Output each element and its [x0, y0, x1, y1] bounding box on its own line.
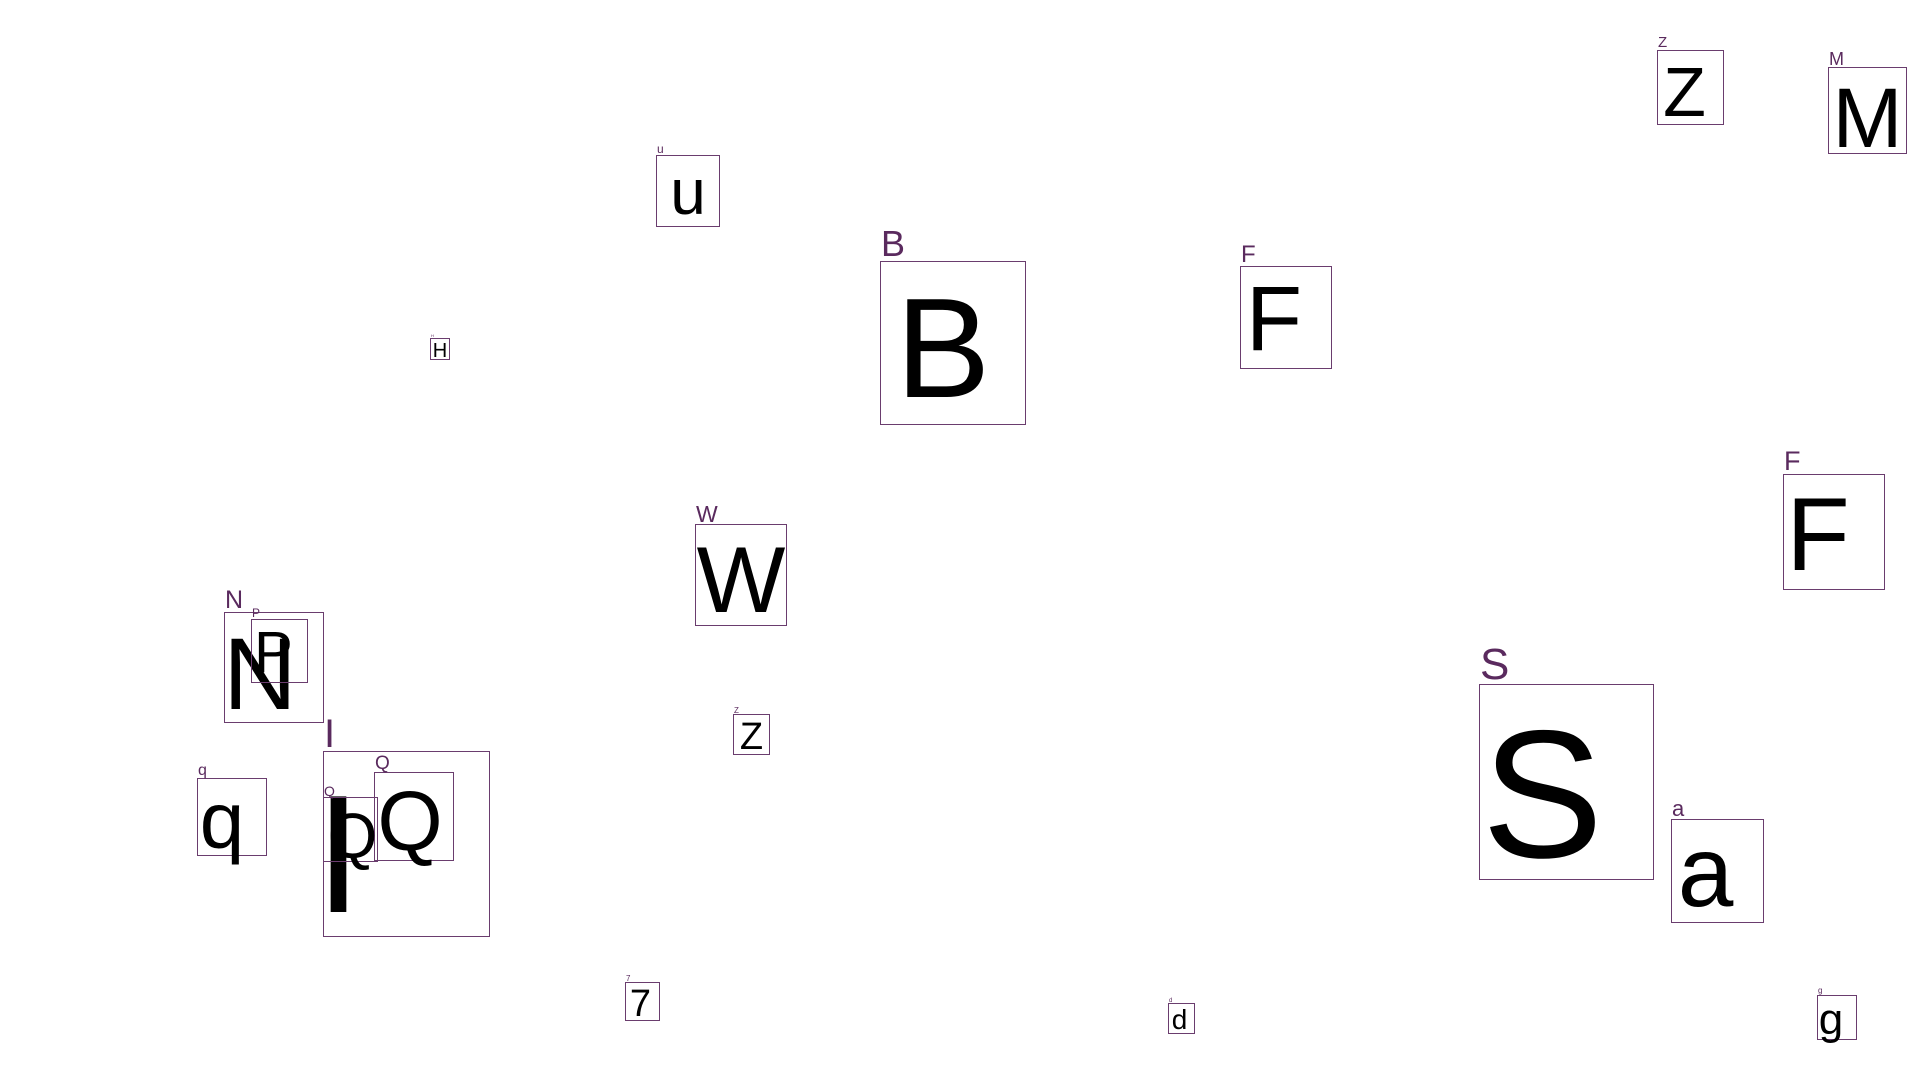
- glyph-f: F: [1245, 268, 1303, 370]
- box-label-n: N: [225, 586, 244, 614]
- glyph-a: a: [1677, 816, 1734, 928]
- glyph-q-lower: q: [199, 776, 245, 865]
- detection-box-z: Z Z: [1657, 35, 1724, 127]
- detection-box-q-lower: q q: [197, 763, 267, 861]
- detection-box-a: a a: [1671, 798, 1764, 923]
- detection-box-s: S S: [1479, 643, 1654, 885]
- detection-box-u: u u: [656, 143, 720, 228]
- glyph-p: P: [254, 620, 293, 685]
- detection-box-q: Q Q: [323, 784, 378, 868]
- glyph-w: W: [696, 527, 786, 632]
- detection-box-m: M M: [1828, 50, 1907, 160]
- detection-box-d: d d: [1168, 998, 1195, 1035]
- box-label-f: F: [1241, 241, 1256, 268]
- glyph-m: M: [1832, 71, 1903, 165]
- box-label-7: 7: [626, 974, 631, 983]
- glyph-h: H: [432, 340, 448, 362]
- detection-box-w: W W: [695, 503, 787, 632]
- box-label-p: P: [252, 606, 261, 620]
- glyph-z: Z: [739, 716, 764, 758]
- box-label-g: g: [1818, 986, 1823, 995]
- box-label-i: I: [324, 712, 336, 756]
- box-label-m: M: [1829, 49, 1844, 69]
- detection-box-h: H H: [430, 334, 450, 362]
- detection-box-g: g g: [1817, 987, 1857, 1042]
- glyph-u: u: [670, 156, 706, 228]
- detection-box-7: 7 7: [625, 975, 660, 1025]
- glyph-b: B: [895, 269, 991, 428]
- box-label-u: u: [657, 142, 664, 156]
- detection-box-q: Q Q: [374, 754, 454, 868]
- box-label-f: F: [1784, 446, 1801, 476]
- box-label-w: W: [696, 501, 718, 527]
- detection-box-b: B B: [880, 226, 1026, 425]
- glyph-q: Q: [327, 800, 378, 872]
- detection-box-f: F F: [1240, 243, 1332, 369]
- detection-box-f: F F: [1783, 448, 1885, 590]
- detection-box-p: P P: [251, 607, 308, 683]
- box-label-q: Q: [324, 783, 335, 799]
- glyph-7: 7: [629, 983, 652, 1025]
- box-label-b: B: [881, 223, 906, 264]
- glyph-q: Q: [377, 774, 443, 868]
- box-label-z: Z: [734, 706, 739, 715]
- glyph-d: d: [1171, 1004, 1188, 1035]
- glyph-g: g: [1818, 995, 1844, 1044]
- box-label-q: Q: [375, 753, 390, 774]
- glyph-z: Z: [1663, 53, 1706, 131]
- box-label-s: S: [1480, 640, 1510, 689]
- detection-canvas: u u H H B B F F Z Z M M F F W W N N P P …: [0, 0, 1920, 1080]
- box-label-z: Z: [1658, 34, 1668, 51]
- box-label-h: H: [431, 333, 434, 338]
- detection-box-z: Z Z: [733, 707, 770, 758]
- glyph-s: S: [1481, 692, 1604, 896]
- glyph-f: F: [1786, 477, 1850, 593]
